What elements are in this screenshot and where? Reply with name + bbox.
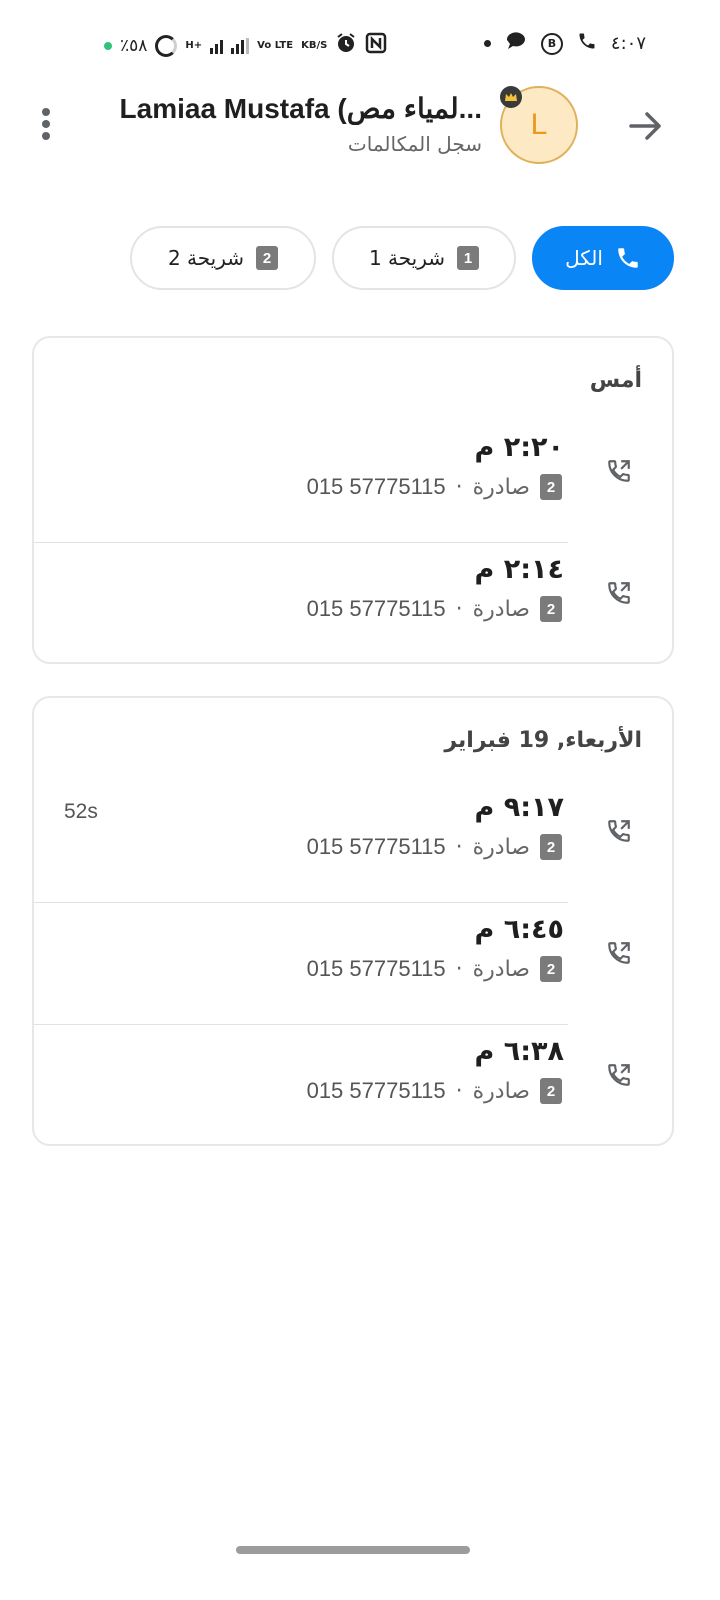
sim-2-icon: 2 (540, 1078, 562, 1104)
call-meta: 2 صادرة · 015 57775115 (307, 956, 562, 982)
separator-dot: · (455, 1078, 463, 1104)
call-type: صادرة (472, 956, 530, 982)
sim-2-icon: 2 (540, 474, 562, 500)
battery-icon (155, 34, 178, 57)
sim-2-icon: 2 (540, 596, 562, 622)
filter-all-label: الكل (565, 246, 603, 270)
phone-number: 015 57775115 (306, 1078, 446, 1103)
outgoing-call-icon (608, 582, 630, 604)
call-meta: 2 صادرة · 015 57775115 (307, 834, 562, 860)
notification-dot (104, 41, 112, 50)
filter-sim2-label: شريحة 2 (167, 246, 245, 270)
call-type: صادرة (472, 1078, 530, 1104)
filter-sim2-chip[interactable]: 2 شريحة 2 (130, 226, 316, 290)
avatar[interactable]: L (500, 86, 578, 164)
phone-number: 015 57775115 (306, 956, 446, 981)
business-icon: B (540, 32, 563, 55)
call-time: ٦:٤٥ م (474, 914, 564, 945)
call-type: صادرة (472, 596, 530, 622)
sim-2-icon: 2 (540, 834, 562, 860)
call-meta: 2 صادرة · 015 57775115 (307, 1078, 562, 1104)
back-button[interactable] (624, 104, 668, 148)
clock-time: ٤:٠٧ (610, 33, 646, 54)
call-type: صادرة (472, 474, 530, 500)
filter-sim1-chip[interactable]: 1 شريحة 1 (332, 226, 516, 290)
call-row[interactable]: ٢:٢٠ م 2 صادرة · 015 57775115 (34, 422, 672, 544)
call-row[interactable]: ٦:٤٥ م 2 صادرة · 015 57775115 (34, 904, 672, 1026)
signal-icon-2 (231, 37, 250, 54)
chat-icon (505, 30, 527, 57)
call-time: ٦:٣٨ م (474, 1036, 564, 1067)
call-time: ٢:٢٠ م (474, 432, 564, 463)
outgoing-call-icon (608, 1064, 630, 1086)
call-time: ٢:١٤ م (474, 554, 564, 585)
separator-dot: · (455, 956, 463, 982)
phone-number: 015 57775115 (306, 834, 446, 859)
group-date: أمس (589, 368, 642, 393)
separator-dot: · (455, 474, 463, 500)
divider (34, 542, 568, 543)
sim-2-icon: 2 (256, 246, 279, 270)
phone-number: 015 57775115 (306, 474, 446, 499)
network-type: H+ (185, 39, 203, 51)
volte-icon: Vo LTE (257, 39, 294, 51)
divider (34, 902, 568, 903)
page-subtitle: سجل المكالمات (347, 132, 482, 156)
filter-sim1-label: شريحة 1 (368, 246, 446, 270)
call-time: ٩:١٧ م (474, 792, 564, 823)
contact-name: Lamiaa Mustafa (لمياء مص... (119, 93, 482, 124)
status-bar: ٪٥٨ H+ Vo LTE KB/S B ٤:٠٧ (0, 0, 720, 90)
sim-1-icon: 1 (457, 246, 480, 270)
filter-all-chip[interactable]: الكل (532, 226, 674, 290)
separator-dot: · (455, 834, 463, 860)
outgoing-call-icon (608, 460, 630, 482)
outgoing-call-icon (608, 942, 630, 964)
phone-status-icon (577, 31, 597, 56)
call-duration: 52s (64, 800, 98, 823)
divider (34, 1024, 568, 1025)
nfc-icon (365, 32, 387, 59)
status-left: ٪٥٨ H+ Vo LTE KB/S (104, 32, 387, 59)
phone-number: 015 57775115 (306, 596, 446, 621)
status-right: B ٤:٠٧ (483, 30, 646, 57)
call-row[interactable]: ٢:١٤ م 2 صادرة · 015 57775115 (34, 544, 672, 666)
signal-icon (210, 38, 224, 54)
home-indicator[interactable] (236, 1546, 470, 1554)
call-meta: 2 صادرة · 015 57775115 (307, 596, 562, 622)
more-options-button[interactable] (34, 104, 58, 144)
arrow-right-icon (629, 112, 661, 140)
separator-dot: · (455, 596, 463, 622)
call-group-card: الأربعاء, 19 فبراير ٩:١٧ م 52s 2 صادرة ·… (32, 696, 674, 1146)
call-row[interactable]: ٦:٣٨ م 2 صادرة · 015 57775115 (34, 1026, 672, 1148)
phone-icon (618, 248, 638, 268)
call-group-card: أمس ٢:٢٠ م 2 صادرة · 015 57775115 ٢:١٤ م… (32, 336, 674, 664)
sim-2-icon: 2 (540, 956, 562, 982)
call-row[interactable]: ٩:١٧ م 52s 2 صادرة · 015 57775115 (34, 782, 672, 904)
outgoing-call-icon (608, 820, 630, 842)
call-type: صادرة (472, 834, 530, 860)
call-meta: 2 صادرة · 015 57775115 (307, 474, 562, 500)
crown-icon (500, 86, 522, 108)
notification-dot-2 (483, 40, 491, 47)
battery-percent: ٪٥٨ (120, 35, 148, 56)
group-date: الأربعاء, 19 فبراير (444, 728, 642, 753)
speed-unit: KB/S (301, 39, 328, 51)
alarm-icon (335, 32, 357, 59)
